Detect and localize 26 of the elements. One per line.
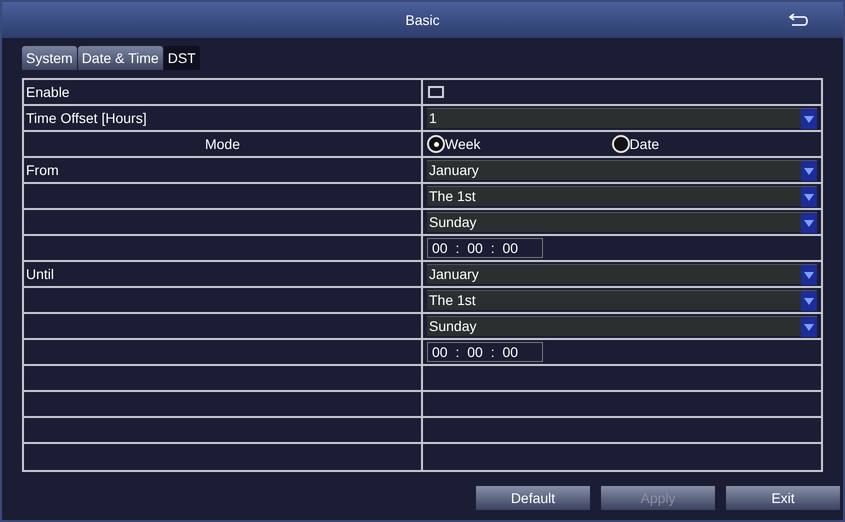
tab[interactable]: Date & Time [78,46,163,70]
time-field[interactable]: 00 : 00 : 00 [427,238,543,258]
field-label: Until [26,264,54,284]
checkbox[interactable] [428,86,444,98]
field-label: Enable [26,82,70,102]
tab[interactable]: System [22,46,77,70]
dropdown[interactable]: January [427,264,817,284]
field-label: Mode [204,134,240,154]
tab[interactable]: DST [164,46,200,70]
radio-button[interactable] [612,135,630,153]
dropdown[interactable]: Sunday [427,212,817,232]
dropdown[interactable]: January [427,160,817,180]
radio-button[interactable] [427,135,445,153]
time-field[interactable]: 00 : 00 : 00 [427,342,543,362]
action-button[interactable]: Exit [726,486,840,510]
dropdown[interactable]: Sunday [427,316,817,336]
radio-option[interactable]: Week [427,134,481,154]
dropdown[interactable]: The 1st [427,290,817,310]
radio-option[interactable]: Date [612,134,660,154]
field-label: Time Offset [Hours] [26,108,147,128]
window-title: Basic [405,10,440,30]
back-icon[interactable] [789,13,809,27]
dropdown[interactable]: 1 [427,108,817,128]
field-label: From [26,160,59,180]
dropdown[interactable]: The 1st [427,186,817,206]
action-button[interactable]: Default [476,486,590,510]
